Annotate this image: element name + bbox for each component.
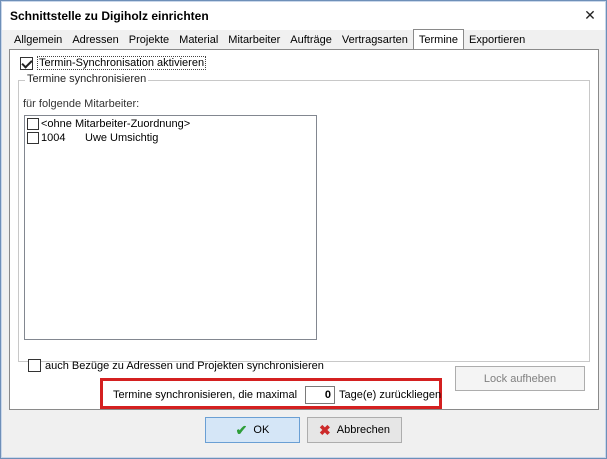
employee-name: Uwe Umsichtig <box>85 131 159 144</box>
employee-checkbox[interactable] <box>27 117 39 130</box>
days-input[interactable]: 0 <box>305 386 336 404</box>
days-suffix-label: Tage(e) zurückliegen <box>339 389 442 401</box>
tab-projekte[interactable]: Projekte <box>124 31 174 49</box>
tab-adressen[interactable]: Adressen <box>67 31 123 49</box>
sync-group-title: Termine synchronisieren <box>25 73 149 85</box>
tab-termine[interactable]: Termine <box>412 29 465 49</box>
tab-vertragsarten[interactable]: Vertragsarten <box>337 31 413 49</box>
lock-release-button[interactable]: Lock aufheben <box>455 366 585 391</box>
days-row: Termine synchronisieren, die maximal 0 T… <box>113 386 441 404</box>
tab-mitarbeiter[interactable]: Mitarbeiter <box>223 31 285 49</box>
list-item[interactable]: 1004 Uwe Umsichtig <box>25 131 316 144</box>
sync-enable-label[interactable]: Termin-Synchronisation aktivieren <box>37 56 207 70</box>
cancel-button[interactable]: ✖ Abbrechen <box>307 417 402 443</box>
tab-material[interactable]: Material <box>174 31 223 49</box>
x-icon: ✖ <box>319 421 331 438</box>
employees-label: für folgende Mitarbeiter: <box>23 98 140 110</box>
also-sync-label[interactable]: auch Bezüge zu Adressen und Projekten sy… <box>45 360 324 372</box>
list-item[interactable]: <ohne Mitarbeiter-Zuordnung> <box>25 117 316 130</box>
tab-allgemein[interactable]: Allgemein <box>9 31 67 49</box>
sync-enable-checkbox[interactable] <box>20 56 33 70</box>
employee-name: <ohne Mitarbeiter-Zuordnung> <box>41 117 191 130</box>
cancel-label: Abbrechen <box>336 424 390 436</box>
ok-label: OK <box>253 424 270 436</box>
also-sync-row[interactable]: auch Bezüge zu Adressen und Projekten sy… <box>28 359 324 372</box>
employee-list[interactable]: <ohne Mitarbeiter-Zuordnung> 1004 Uwe Um… <box>24 115 317 340</box>
window-title: Schnittstelle zu Digiholz einrichten <box>10 9 209 23</box>
sync-enable-row[interactable]: Termin-Synchronisation aktivieren <box>20 56 207 70</box>
dialog-window: Schnittstelle zu Digiholz einrichten ✕ A… <box>0 0 607 459</box>
tab-exportieren[interactable]: Exportieren <box>464 31 530 49</box>
close-icon[interactable]: ✕ <box>579 5 601 25</box>
tab-bar: Allgemein Adressen Projekte Material Mit… <box>9 29 530 49</box>
employee-checkbox[interactable] <box>27 131 39 144</box>
also-sync-checkbox[interactable] <box>28 359 41 372</box>
termine-tab-panel: Termin-Synchronisation aktivieren Termin… <box>9 49 599 410</box>
ok-button[interactable]: ✔ OK <box>205 417 300 443</box>
days-prefix-label: Termine synchronisieren, die maximal <box>113 389 298 401</box>
title-bar: Schnittstelle zu Digiholz einrichten ✕ <box>2 2 605 30</box>
employee-code: 1004 <box>41 131 66 144</box>
checkmark-icon: ✔ <box>235 421 248 438</box>
tab-auftraege[interactable]: Aufträge <box>285 31 337 49</box>
